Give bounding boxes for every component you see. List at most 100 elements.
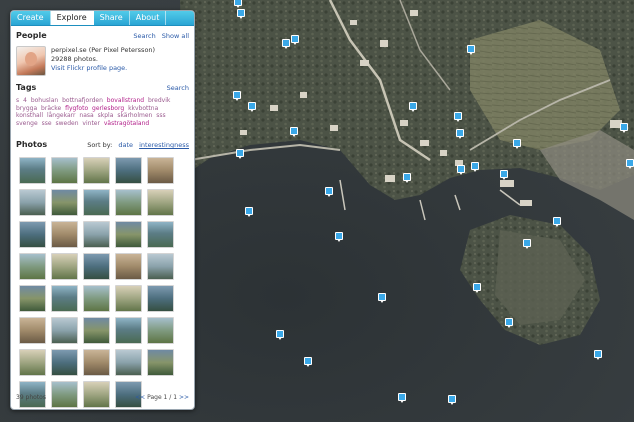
map-marker-icon[interactable] [471,162,479,172]
map-marker-icon[interactable] [237,9,245,19]
photo-thumbnail[interactable] [51,285,78,312]
map-marker-icon[interactable] [245,207,253,217]
photo-thumbnail[interactable] [83,189,110,216]
photo-thumbnail[interactable] [19,253,46,280]
map-marker-icon[interactable] [403,173,411,183]
map-marker-icon[interactable] [248,102,256,112]
photo-thumbnail[interactable] [19,221,46,248]
tag-link[interactable]: s [16,97,19,104]
map-marker-icon[interactable] [500,170,508,180]
map-marker-icon[interactable] [523,239,531,249]
tag-link[interactable]: bräcke [41,105,61,112]
prev-page-link[interactable]: << [135,394,145,401]
photo-thumbnail[interactable] [51,349,78,376]
map-marker-icon[interactable] [620,123,628,133]
tag-link[interactable]: konsthall [16,112,43,119]
people-search-link[interactable]: Search [133,32,155,40]
profile-link[interactable]: Visit Flickr profile page. [51,64,155,73]
photo-thumbnail[interactable] [115,189,142,216]
map-marker-icon[interactable] [282,39,290,49]
avatar[interactable] [16,46,46,76]
next-page-link[interactable]: >> [179,394,189,401]
tag-link[interactable]: nasa [79,112,93,119]
photo-thumbnail[interactable] [83,285,110,312]
tag-link[interactable]: sweden [55,120,78,127]
map-marker-icon[interactable] [448,395,456,405]
photo-thumbnail[interactable] [147,157,174,184]
tag-link[interactable]: sss [156,112,165,119]
photo-thumbnail[interactable] [19,189,46,216]
photo-thumbnail[interactable] [83,157,110,184]
photo-thumbnail[interactable] [83,253,110,280]
map-marker-icon[interactable] [454,112,462,122]
photo-thumbnail[interactable] [51,317,78,344]
tab-share[interactable]: Share [94,11,130,25]
photo-thumbnail[interactable] [115,157,142,184]
tag-link[interactable]: långekarr [47,112,76,119]
map-marker-icon[interactable] [457,165,465,175]
photo-thumbnail[interactable] [19,317,46,344]
map-marker-icon[interactable] [236,149,244,159]
tag-link[interactable]: bohuslan [31,97,58,104]
tag-link[interactable]: bottnafjorden [62,97,103,104]
photo-thumbnail[interactable] [19,349,46,376]
tag-link[interactable]: 4 [23,97,27,104]
map-marker-icon[interactable] [626,159,634,169]
photo-thumbnail[interactable] [115,285,142,312]
tag-link[interactable]: bredvik [148,97,170,104]
tag-link[interactable]: sse [42,120,52,127]
photo-thumbnail[interactable] [147,349,174,376]
photo-thumbnail[interactable] [51,189,78,216]
map-marker-icon[interactable] [335,232,343,242]
photo-thumbnail[interactable] [115,253,142,280]
tag-link[interactable]: gerlesborg [92,105,124,112]
tag-link[interactable]: västragötaland [104,120,149,127]
photo-thumbnail[interactable] [51,157,78,184]
map-marker-icon[interactable] [505,318,513,328]
map-marker-icon[interactable] [473,283,481,293]
tab-about[interactable]: About [130,11,167,25]
map-marker-icon[interactable] [276,330,284,340]
map-marker-icon[interactable] [304,357,312,367]
photo-thumbnail[interactable] [115,349,142,376]
map-marker-icon[interactable] [291,35,299,45]
photo-thumbnail[interactable] [147,221,174,248]
photo-thumbnail[interactable] [115,317,142,344]
map-marker-icon[interactable] [409,102,417,112]
photo-thumbnail[interactable] [83,221,110,248]
photo-thumbnail[interactable] [51,253,78,280]
sort-interestingness-link[interactable]: interestingness [139,141,189,149]
photo-thumbnail[interactable] [19,285,46,312]
tab-create[interactable]: Create [11,11,51,25]
show-all-link[interactable]: Show all [162,32,189,40]
photo-thumbnail[interactable] [83,349,110,376]
map-marker-icon[interactable] [456,129,464,139]
tag-link[interactable]: brygga [16,105,37,112]
map-marker-icon[interactable] [290,127,298,137]
photo-thumbnail[interactable] [115,221,142,248]
tag-link[interactable]: skpla [98,112,114,119]
map-marker-icon[interactable] [594,350,602,360]
photo-thumbnail[interactable] [51,221,78,248]
photo-thumbnail[interactable] [147,317,174,344]
photo-thumbnail[interactable] [83,317,110,344]
tab-explore[interactable]: Explore [50,11,94,25]
tag-link[interactable]: kkvbottna [128,105,158,112]
photo-thumbnail[interactable] [147,253,174,280]
tags-search-link[interactable]: Search [167,84,189,92]
tag-link[interactable]: svenge [16,120,38,127]
photo-thumbnail[interactable] [147,189,174,216]
sort-date-link[interactable]: date [118,141,133,149]
tag-link[interactable]: skärholmen [117,112,152,119]
map-marker-icon[interactable] [234,0,242,8]
tag-link[interactable]: bovallstrand [107,97,144,104]
map-marker-icon[interactable] [467,45,475,55]
photo-thumbnail[interactable] [19,157,46,184]
map-marker-icon[interactable] [325,187,333,197]
tag-link[interactable]: vinter [82,120,100,127]
photo-thumbnail[interactable] [147,285,174,312]
map-marker-icon[interactable] [378,293,386,303]
map-marker-icon[interactable] [398,393,406,403]
map-marker-icon[interactable] [513,139,521,149]
map-marker-icon[interactable] [233,91,241,101]
